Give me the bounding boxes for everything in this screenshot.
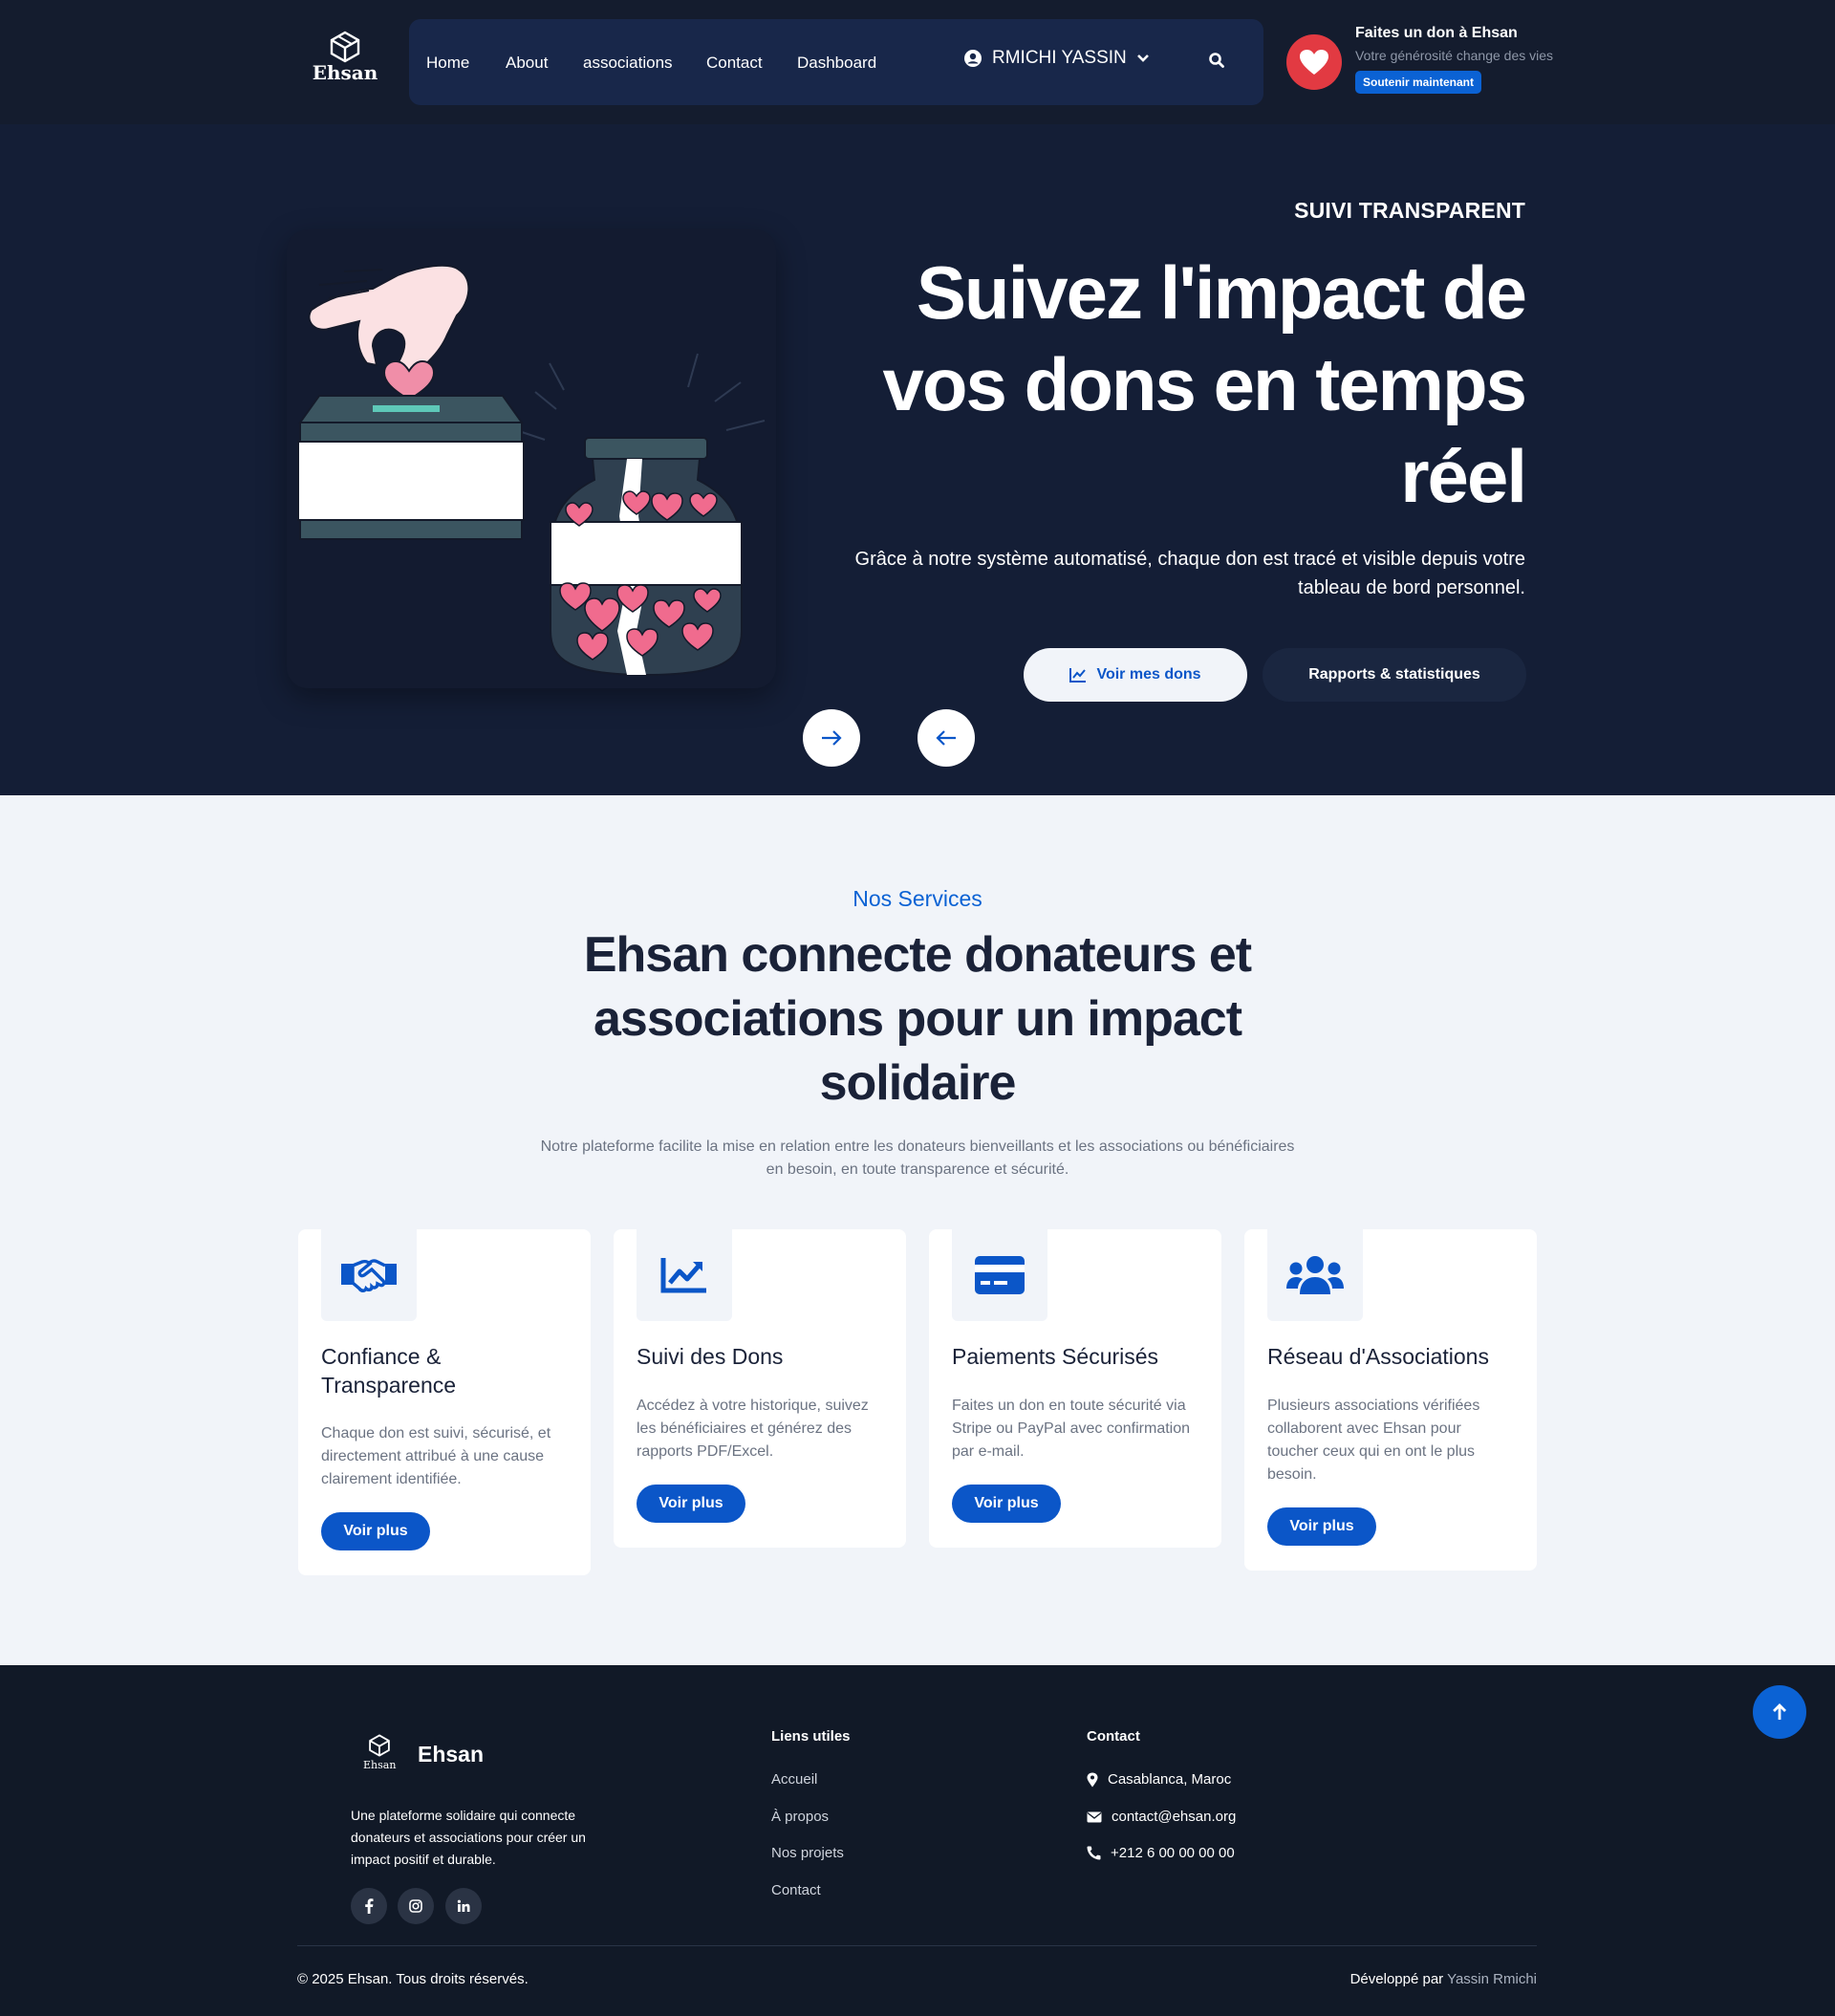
arrow-left-icon: [936, 730, 956, 746]
hero-illustration: [287, 229, 776, 688]
donate-subtitle: Votre générosité change des vies: [1355, 48, 1554, 63]
facebook-icon: [365, 1898, 374, 1914]
phone-icon: [1087, 1846, 1101, 1860]
facebook-link[interactable]: [351, 1888, 387, 1924]
footer-phone-text: +212 6 00 00 00 00: [1111, 1845, 1235, 1861]
heart-icon: [1300, 50, 1328, 75]
service-card-network: Réseau d'Associations Plusieurs associat…: [1244, 1229, 1537, 1571]
slider-prev-button[interactable]: [918, 709, 975, 767]
footer-link-contact[interactable]: Contact: [771, 1882, 821, 1898]
logo-cube-icon: [330, 31, 360, 63]
credit-card-icon: [975, 1256, 1025, 1294]
card-icon-box: [321, 1229, 417, 1321]
footer-email[interactable]: contact@ehsan.org: [1087, 1809, 1236, 1825]
services-lead: Notre plateforme facilite la mise en rel…: [540, 1138, 1295, 1178]
services-title: Ehsan connecte donateurs et associations…: [583, 927, 1252, 1111]
arrow-up-icon: [1773, 1703, 1786, 1720]
card-more-button[interactable]: Voir plus: [1267, 1507, 1376, 1546]
footer-dev-label: Développé par: [1349, 1971, 1444, 1987]
logo-text: Ehsan: [312, 61, 378, 84]
hero-text: Grâce à notre système automatisé, chaque…: [854, 549, 1525, 598]
card-text: Accédez à votre historique, suivez les b…: [637, 1398, 869, 1460]
site-footer: Ehsan Ehsan Une plateforme solidaire qui…: [0, 1665, 1835, 2016]
footer-email-text: contact@ehsan.org: [1112, 1809, 1237, 1825]
scroll-to-top-button[interactable]: [1753, 1685, 1806, 1739]
card-text: Faites un don en toute sécurité via Stri…: [952, 1398, 1191, 1460]
footer-logo-text: Ehsan: [363, 1759, 397, 1771]
user-name: RMICHI YASSIN: [992, 48, 1127, 68]
site-logo[interactable]: Ehsan: [312, 31, 378, 84]
card-text: Plusieurs associations vérifiées collabo…: [1267, 1398, 1480, 1483]
card-title: Réseau d'Associations: [1267, 1344, 1489, 1369]
footer-brand: Ehsan: [418, 1742, 485, 1767]
footer-links-title: Liens utiles: [771, 1728, 851, 1745]
donate-now-button[interactable]: Soutenir maintenant: [1355, 71, 1482, 94]
hero-kicker: SUIVI TRANSPARENT: [1294, 198, 1525, 223]
handshake-icon: [341, 1259, 397, 1292]
card-icon-box: [1267, 1229, 1363, 1321]
user-menu[interactable]: RMICHI YASSIN: [963, 48, 1150, 69]
nav-dashboard[interactable]: Dashboard: [797, 54, 876, 73]
logo-cube-icon: [369, 1734, 390, 1757]
card-icon-box: [952, 1229, 1047, 1321]
services-kicker: Nos Services: [853, 886, 982, 911]
search-button[interactable]: [1208, 52, 1225, 74]
hero-title: Suivez l'impact de vos dons en temps rée…: [882, 250, 1528, 518]
service-card-payments: Paiements Sécurisés Faites un don en tou…: [929, 1229, 1221, 1548]
heart-badge: [1286, 34, 1342, 90]
footer-address-text: Casablanca, Maroc: [1108, 1771, 1232, 1788]
nav-about[interactable]: About: [506, 54, 548, 73]
footer-address: Casablanca, Maroc: [1087, 1771, 1231, 1788]
instagram-link[interactable]: [398, 1888, 434, 1924]
footer-link-home[interactable]: Accueil: [771, 1771, 817, 1788]
footer-divider: [297, 1945, 1537, 1946]
user-circle-icon: [964, 50, 982, 67]
footer-phone[interactable]: +212 6 00 00 00 00: [1087, 1845, 1235, 1861]
card-more-button[interactable]: Voir plus: [321, 1512, 430, 1550]
search-icon: [1209, 53, 1224, 68]
footer-link-projects[interactable]: Nos projets: [771, 1845, 844, 1861]
service-card-tracking: Suivi des Dons Accédez à votre historiqu…: [614, 1229, 906, 1548]
card-text: Chaque don est suivi, sécurisé, et direc…: [321, 1425, 551, 1487]
reports-button[interactable]: Rapports & statistiques: [1263, 648, 1526, 702]
card-title: Suivi des Dons: [637, 1344, 784, 1369]
footer-dev-name: Yassin Rmichi: [1447, 1971, 1537, 1987]
donation-illustration: [297, 264, 766, 677]
map-marker-icon: [1087, 1772, 1098, 1787]
view-donations-button[interactable]: Voir mes dons: [1024, 648, 1247, 702]
footer-copyright: © 2025 Ehsan. Tous droits réservés.: [297, 1971, 529, 1987]
footer-link-about[interactable]: À propos: [771, 1809, 829, 1825]
nav-home[interactable]: Home: [426, 54, 469, 73]
nav-contact[interactable]: Contact: [706, 54, 763, 73]
card-title: Paiements Sécurisés: [952, 1344, 1159, 1369]
linkedin-icon: [457, 1899, 470, 1912]
users-icon: [1286, 1256, 1344, 1294]
linkedin-link[interactable]: [445, 1888, 482, 1924]
footer-contact-title: Contact: [1087, 1728, 1140, 1745]
service-card-trust: Confiance & Transparence Chaque don est …: [298, 1229, 591, 1575]
chart-line-icon: [660, 1258, 706, 1293]
hero-slider: SUIVI TRANSPARENT Suivez l'impact de vos…: [0, 124, 1835, 795]
card-more-button[interactable]: Voir plus: [952, 1485, 1061, 1523]
envelope-icon: [1087, 1811, 1102, 1822]
slider-next-button[interactable]: [803, 709, 860, 767]
card-more-button[interactable]: Voir plus: [637, 1485, 745, 1523]
card-icon-box: [637, 1229, 732, 1321]
donate-widget: Faites un don à Ehsan Votre générosité c…: [1286, 21, 1602, 98]
site-header: Ehsan Home About associations Contact Da…: [0, 0, 1835, 124]
donate-title: Faites un don à Ehsan: [1355, 25, 1518, 41]
arrow-right-icon: [822, 730, 842, 746]
services-section: Nos Services Ehsan connecte donateurs et…: [0, 795, 1835, 1665]
footer-developer: Développé par Yassin Rmichi: [1350, 1971, 1537, 1987]
chart-area-icon: [1069, 668, 1087, 683]
instagram-icon: [409, 1899, 422, 1913]
nav-associations[interactable]: associations: [583, 54, 673, 73]
footer-logo[interactable]: Ehsan: [363, 1734, 396, 1771]
main-nav: Home About associations Contact Dashboar…: [409, 19, 1263, 105]
card-title: Confiance & Transparence: [321, 1344, 457, 1398]
view-donations-label: Voir mes dons: [1096, 666, 1201, 683]
chevron-down-icon: [1136, 54, 1149, 62]
footer-description: Une plateforme solidaire qui connecte do…: [351, 1808, 586, 1867]
